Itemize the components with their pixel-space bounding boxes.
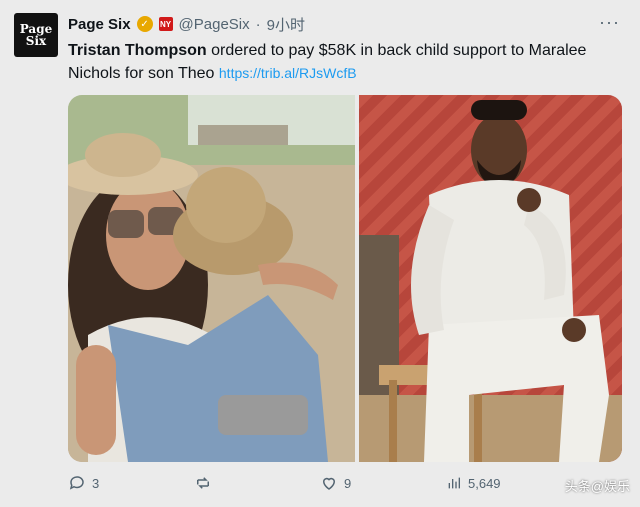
tweet-text-bold: Tristan Thompson — [68, 42, 207, 59]
tweet-media[interactable] — [68, 95, 622, 462]
reply-count: 3 — [92, 475, 100, 491]
tweet-actions: 3 9 5,649 — [68, 474, 628, 498]
photo-woman-with-child[interactable] — [68, 95, 355, 462]
account-name[interactable]: Page Six — [68, 16, 131, 33]
like-button[interactable]: 9 — [320, 474, 351, 492]
views-count: 5,649 — [468, 475, 501, 491]
views-button[interactable]: 5,649 — [446, 474, 501, 492]
tweet-card[interactable]: Page Six Page Six ✓ NY @PageSix · 9小时 ··… — [0, 0, 640, 507]
like-icon — [322, 477, 336, 490]
photo-man-illustration — [359, 95, 622, 462]
affiliate-badge-icon[interactable]: NY — [158, 17, 173, 31]
verified-badge-icon: ✓ — [136, 16, 153, 32]
avatar-text-line2: Six — [25, 34, 47, 48]
photo-man-seated[interactable] — [359, 95, 622, 462]
tweet-link[interactable]: https://trib.al/RJsWcfB — [219, 65, 357, 81]
reply-button[interactable]: 3 — [68, 474, 99, 492]
avatar[interactable]: Page Six — [14, 13, 58, 57]
like-count: 9 — [344, 475, 352, 491]
repost-icon — [197, 477, 209, 489]
tweet-header: Page Six ✓ NY @PageSix · 9小时 — [68, 14, 305, 34]
repost-button[interactable] — [193, 474, 219, 492]
reply-icon — [69, 476, 84, 490]
separator: · — [255, 15, 261, 33]
more-icon[interactable]: ··· — [599, 12, 620, 33]
photo-woman-illustration — [68, 95, 355, 462]
views-icon — [448, 477, 460, 489]
tweet-text: Tristan Thompson ordered to pay $58K in … — [68, 39, 628, 85]
account-handle[interactable]: @PageSix — [179, 16, 250, 33]
timestamp[interactable]: 9小时 — [267, 14, 305, 35]
watermark: 头条@娱乐 — [564, 479, 630, 494]
